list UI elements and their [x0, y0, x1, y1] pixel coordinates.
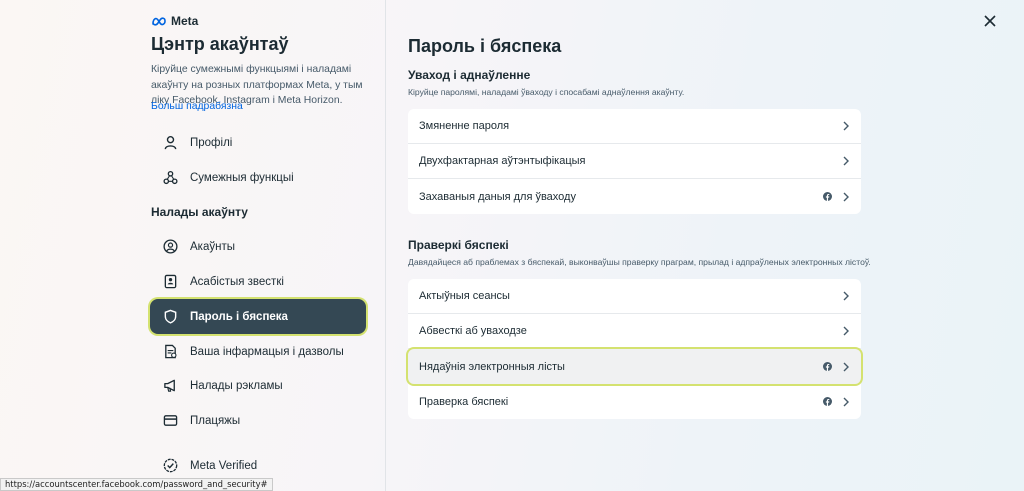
security-checks-description: Давядайцеся аб праблемах з бяспекай, вык… — [408, 257, 871, 267]
sidebar-item-label: Налады рэкламы — [190, 379, 283, 392]
active-sessions-row[interactable]: Актыўныя сеансы — [408, 279, 861, 314]
row-label: Абвесткі аб уваходзе — [419, 325, 527, 337]
chevron-right-icon — [843, 192, 849, 201]
status-bar-url: https://accountscenter.facebook.com/pass… — [0, 478, 273, 491]
chevron-right-icon — [843, 362, 849, 371]
security-checks-card: Актыўныя сеансы Абвесткі аб уваходзе Няд… — [408, 279, 861, 419]
row-label: Нядаўнія электронныя лісты — [419, 360, 565, 373]
change-password-row[interactable]: Змяненне пароля — [408, 109, 861, 144]
sidebar-item-label: Сумежныя функцыі — [190, 171, 294, 184]
facebook-icon — [823, 362, 832, 371]
sidebar-item-label: Пароль і бяспека — [190, 310, 288, 323]
sidebar-item-label: Акаўнты — [190, 240, 235, 253]
security-checkup-row[interactable]: Праверка бяспекі — [408, 384, 861, 419]
sidebar-item-profiles[interactable]: Профілі — [150, 125, 366, 160]
meta-logo[interactable]: Meta — [151, 14, 198, 28]
login-recovery-description: Кіруйце паролямі, наладамі ўваходу і спо… — [408, 87, 685, 97]
chevron-right-icon — [843, 326, 849, 336]
row-label: Захаваныя даныя для ўваходу — [419, 190, 576, 203]
account-settings-heading: Налады акаўнту — [151, 205, 248, 219]
sidebar-item-personal-details[interactable]: Асабістыя звесткі — [150, 264, 366, 299]
saved-login-row[interactable]: Захаваныя даныя для ўваходу — [408, 179, 861, 214]
row-label: Двухфактарная аўтэнтыфікацыя — [419, 155, 586, 167]
info-permissions-icon — [162, 344, 178, 360]
account-icon — [162, 239, 178, 255]
profile-icon — [162, 135, 178, 151]
megaphone-icon — [162, 378, 178, 394]
connected-features-icon — [162, 170, 178, 186]
facebook-icon — [823, 192, 832, 201]
sidebar-item-label: Ваша інфармацыя і дазволы — [190, 345, 344, 358]
page-title: Пароль і бяспека — [408, 36, 562, 56]
chevron-right-icon — [843, 156, 849, 166]
sidebar-item-password-security[interactable]: Пароль і бяспека — [150, 299, 366, 334]
row-label: Змяненне пароля — [419, 120, 510, 132]
verified-icon — [162, 458, 178, 474]
recent-emails-row[interactable]: Нядаўнія электронныя лісты — [408, 349, 861, 384]
sidebar-item-your-information[interactable]: Ваша інфармацыя і дазволы — [150, 334, 366, 369]
login-recovery-heading: Уваход і аднаўленне — [408, 68, 531, 82]
sidebar-item-label: Профілі — [190, 136, 233, 149]
accounts-center-title: Цэнтр акаўнтаў — [151, 34, 289, 54]
sidebar-item-payments[interactable]: Плацяжы — [150, 403, 366, 438]
sidebar-item-connected-features[interactable]: Сумежныя функцыі — [150, 160, 366, 195]
sidebar: Meta Цэнтр акаўнтаў Кіруйце сумежнымі фу… — [0, 0, 386, 491]
sidebar-item-label: Meta Verified — [190, 459, 258, 472]
row-label: Актыўныя сеансы — [419, 290, 510, 302]
facebook-icon — [823, 397, 832, 406]
sidebar-item-accounts[interactable]: Акаўнты — [150, 229, 366, 264]
sidebar-item-label: Асабістыя звесткі — [190, 275, 284, 288]
login-recovery-card: Змяненне пароля Двухфактарная аўтэнтыфік… — [408, 109, 861, 214]
chevron-right-icon — [843, 397, 849, 406]
learn-more-link[interactable]: Больш падрабязна — [151, 101, 243, 112]
shield-icon — [162, 309, 178, 325]
sidebar-item-ad-preferences[interactable]: Налады рэкламы — [150, 368, 366, 403]
meta-logo-text: Meta — [171, 14, 199, 28]
personal-details-icon — [162, 274, 178, 290]
card-icon — [162, 413, 178, 429]
sidebar-item-label: Плацяжы — [190, 414, 241, 427]
chevron-right-icon — [843, 121, 849, 131]
row-label: Праверка бяспекі — [419, 395, 509, 408]
security-checks-heading: Праверкі бяспекі — [408, 238, 509, 252]
meta-infinity-icon — [152, 17, 166, 26]
two-factor-auth-row[interactable]: Двухфактарная аўтэнтыфікацыя — [408, 144, 861, 179]
chevron-right-icon — [843, 291, 849, 301]
login-alerts-row[interactable]: Абвесткі аб уваходзе — [408, 314, 861, 349]
close-icon[interactable] — [983, 14, 997, 28]
